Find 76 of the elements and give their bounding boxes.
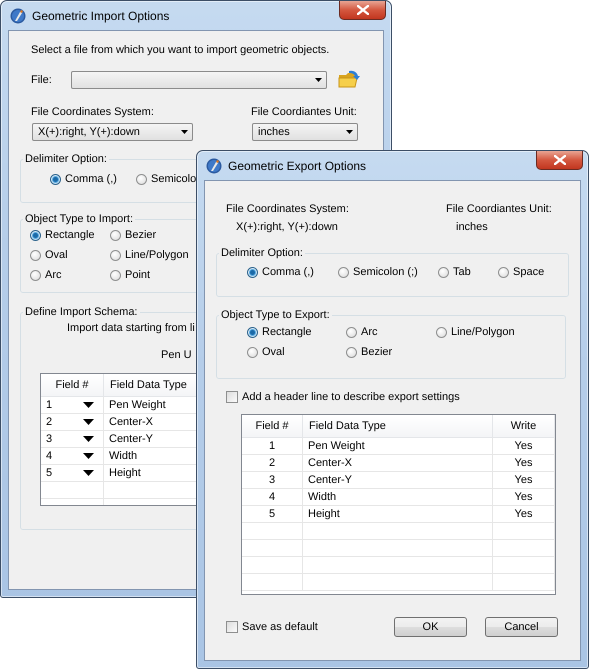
- field-label: File Coordiantes Unit:: [446, 203, 553, 215]
- app-icon: [206, 158, 222, 174]
- close-button[interactable]: [536, 151, 583, 170]
- field-number: 4: [46, 450, 52, 462]
- pen-unit-text: Pen U: [161, 349, 192, 361]
- table-cell: Height: [302, 506, 492, 522]
- radio-option[interactable]: Rectangle: [247, 326, 346, 338]
- radio-option[interactable]: Oval: [30, 249, 110, 261]
- radio-option[interactable]: Tab: [438, 266, 498, 278]
- table-cell: Yes: [492, 488, 554, 506]
- field-value: inches: [456, 221, 489, 233]
- table-cell: Yes: [492, 472, 554, 488]
- dropdown-arrow-icon[interactable]: [83, 436, 94, 442]
- field-number: 3: [46, 433, 52, 445]
- app-icon: [10, 8, 26, 24]
- field-number: 1: [46, 399, 52, 411]
- coordinate-system-dropdown[interactable]: X(+):right, Y(+):down: [32, 123, 193, 141]
- instruction-text: Select a file from which you want to import geometric objects.: [31, 44, 330, 56]
- table-cell: Width: [302, 488, 492, 506]
- ok-button[interactable]: OK: [394, 617, 467, 637]
- column-header[interactable]: Field #: [242, 415, 302, 438]
- dropdown-arrow-icon[interactable]: [83, 470, 94, 476]
- start-line-text: Import data starting from li: [67, 322, 195, 334]
- table-cell: Center-Y: [302, 472, 492, 488]
- group-title: Object Type to Import:: [24, 213, 134, 225]
- table-cell: 5: [242, 506, 302, 522]
- dropdown-arrow-icon[interactable]: [83, 453, 94, 459]
- folder-icon[interactable]: [338, 70, 361, 89]
- radio-option[interactable]: Oval: [247, 346, 346, 358]
- table-cell: 4: [242, 488, 302, 506]
- caret-icon: [346, 130, 353, 134]
- field-label: File:: [31, 74, 53, 86]
- field-number: 2: [46, 416, 52, 428]
- close-icon: [554, 155, 566, 165]
- caret-icon: [315, 78, 322, 82]
- window-title: Geometric Import Options: [32, 8, 170, 22]
- field-label: File Coordinates System:: [226, 203, 350, 215]
- file-dropdown[interactable]: [71, 70, 327, 88]
- field-number: 5: [46, 467, 52, 479]
- window-title: Geometric Export Options: [228, 158, 366, 172]
- radio-option[interactable]: Rectangle: [30, 229, 110, 241]
- field-label: File Coordinates System:: [31, 106, 155, 118]
- close-icon: [356, 5, 368, 15]
- checkbox[interactable]: Save as default: [226, 621, 318, 633]
- unit-dropdown[interactable]: inches: [252, 123, 358, 141]
- table-cell: Pen Weight: [302, 438, 492, 454]
- table-cell: Yes: [492, 438, 554, 454]
- table-cell: Yes: [492, 506, 554, 522]
- table-cell: 2: [242, 454, 302, 472]
- radio-option[interactable]: Space: [498, 266, 568, 278]
- group-title: Delimiter Option:: [220, 247, 304, 259]
- caret-icon: [181, 130, 188, 134]
- table-cell: 3: [242, 472, 302, 488]
- group-title: Object Type to Export:: [220, 309, 331, 321]
- group-title: Delimiter Option:: [24, 153, 108, 165]
- radio-option[interactable]: Semicolon (;): [338, 266, 438, 278]
- dropdown-arrow-icon[interactable]: [83, 402, 94, 408]
- column-header[interactable]: Field #: [41, 374, 104, 396]
- group-title: Define Import Schema:: [24, 306, 138, 318]
- table-cell: Yes: [492, 454, 554, 472]
- dropdown-arrow-icon[interactable]: [83, 419, 94, 425]
- close-button[interactable]: [339, 1, 386, 20]
- field-label: File Coordiantes Unit:: [251, 106, 358, 118]
- cancel-button[interactable]: Cancel: [485, 617, 558, 637]
- radio-option[interactable]: Arc: [30, 269, 110, 281]
- radio-option[interactable]: Comma (,): [247, 266, 338, 278]
- radio-option[interactable]: Comma (,): [50, 173, 136, 185]
- field-value: X(+):right, Y(+):down: [236, 221, 339, 233]
- column-header[interactable]: Write: [492, 415, 554, 438]
- radio-option[interactable]: Semicolo: [136, 173, 196, 185]
- table-cell: Center-X: [302, 454, 492, 472]
- radio-option[interactable]: Bezier: [346, 346, 436, 358]
- column-header[interactable]: Field Data Type: [302, 415, 492, 438]
- radio-option[interactable]: Arc: [346, 326, 436, 338]
- radio-option[interactable]: Line/Polygon: [436, 326, 565, 338]
- table-cell: 1: [242, 438, 302, 454]
